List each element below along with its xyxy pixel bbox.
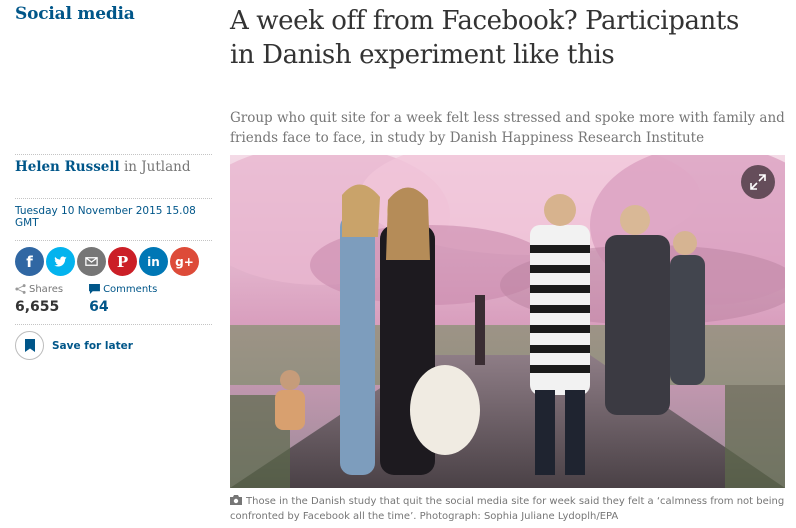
expand-icon [750, 174, 766, 190]
shares-label: Shares [29, 283, 64, 295]
bookmark-icon [24, 339, 35, 352]
camera-icon [230, 495, 242, 505]
share-counts: Shares 6,655 Comments 64 [15, 282, 212, 324]
caption-line-1: Those in the Danish study that quit the … [246, 496, 785, 507]
expand-button[interactable] [741, 165, 775, 199]
standfirst: Group who quit site for a week felt less… [230, 108, 790, 148]
caption-line-2: confronted by Facebook all the time’. Ph… [230, 511, 619, 522]
main-photo[interactable] [230, 155, 785, 488]
photo-caption: Those in the Danish study that quit the … [230, 494, 785, 524]
linkedin-share-button[interactable]: in [139, 247, 168, 276]
google-plus-icon: g+ [175, 254, 194, 269]
article-meta: Helen Russell in Jutland Tuesday 10 Nove… [15, 154, 212, 360]
share-buttons: f P in g+ [15, 240, 212, 282]
shares-count: Shares 6,655 [15, 282, 63, 324]
headline-line-2: in Danish experiment like this [230, 40, 615, 70]
twitter-share-button[interactable] [46, 247, 75, 276]
photo-cherry-blossom-scene [230, 155, 785, 488]
comments-count[interactable]: Comments 64 [89, 282, 157, 324]
email-icon [85, 257, 98, 266]
shares-value: 6,655 [15, 299, 60, 315]
comments-value: 64 [89, 299, 109, 315]
standfirst-line-1: Group who quit site for a week felt less… [230, 110, 785, 126]
save-for-later-label: Save for later [52, 339, 133, 352]
linkedin-icon: in [147, 254, 160, 269]
section-label[interactable]: Social media [15, 4, 135, 24]
dateline: Tuesday 10 November 2015 15.08 GMT [15, 198, 212, 240]
pinterest-icon: P [116, 252, 129, 271]
standfirst-line-2: friends face to face, in study by Danish… [230, 130, 705, 146]
pinterest-share-button[interactable]: P [108, 247, 137, 276]
facebook-share-button[interactable]: f [15, 247, 44, 276]
save-for-later-button[interactable]: Save for later [15, 324, 212, 360]
headline: A week off from Facebook? Participants i… [230, 4, 790, 72]
twitter-icon [54, 256, 67, 267]
author-link[interactable]: Helen Russell [15, 159, 120, 175]
byline: Helen Russell in Jutland [15, 154, 212, 198]
comment-icon [89, 284, 101, 294]
googleplus-share-button[interactable]: g+ [170, 247, 199, 276]
bookmark-button[interactable] [15, 331, 44, 360]
comments-label: Comments [103, 283, 158, 295]
email-share-button[interactable] [77, 247, 106, 276]
facebook-icon: f [26, 252, 33, 271]
headline-line-1: A week off from Facebook? Participants [230, 6, 739, 36]
share-icon [15, 284, 26, 294]
byline-location: in Jutland [119, 159, 191, 175]
